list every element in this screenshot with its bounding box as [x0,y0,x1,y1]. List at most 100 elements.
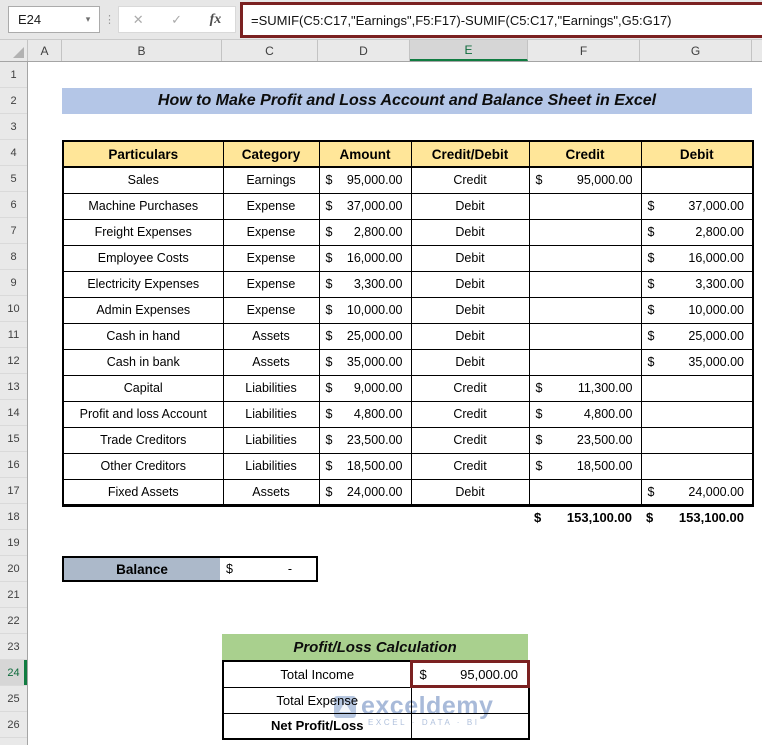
pl-value-total-income[interactable]: $95,000.00 [411,661,529,687]
particulars-cell[interactable]: Employee Costs [63,245,223,271]
credit-cell[interactable]: $23,500.00 [529,427,641,453]
particulars-cell[interactable]: Profit and loss Account [63,401,223,427]
particulars-cell[interactable]: Sales [63,167,223,193]
credit-cell[interactable]: $18,500.00 [529,453,641,479]
particulars-cell[interactable]: Electricity Expenses [63,271,223,297]
table-header-credit[interactable]: Credit [529,141,641,167]
name-box[interactable]: E24 ▾ [8,6,100,33]
credit-cell[interactable] [529,245,641,271]
credit-debit-cell[interactable]: Credit [411,167,529,193]
row-header-8[interactable]: 8 [0,244,27,270]
debit-cell[interactable]: $35,000.00 [641,349,753,375]
category-cell[interactable]: Expense [223,193,319,219]
debit-cell[interactable]: $2,800.00 [641,219,753,245]
column-header-c[interactable]: C [222,40,318,61]
debit-cell[interactable]: $25,000.00 [641,323,753,349]
row-header-15[interactable]: 15 [0,426,27,452]
credit-cell[interactable] [529,349,641,375]
row-header-22[interactable]: 22 [0,608,27,634]
row-header-13[interactable]: 13 [0,374,27,400]
row-header-17[interactable]: 17 [0,478,27,504]
category-cell[interactable]: Liabilities [223,401,319,427]
amount-cell[interactable]: $24,000.00 [319,479,411,505]
table-header-category[interactable]: Category [223,141,319,167]
amount-cell[interactable]: $23,500.00 [319,427,411,453]
table-header-particulars[interactable]: Particulars [63,141,223,167]
credit-debit-cell[interactable]: Credit [411,453,529,479]
sheet-title-cell[interactable]: How to Make Profit and Loss Account and … [62,88,752,114]
credit-cell[interactable] [529,271,641,297]
table-header-debit[interactable]: Debit [641,141,753,167]
row-header-23[interactable]: 23 [0,634,27,660]
row-header-25[interactable]: 25 [0,686,27,712]
row-header-11[interactable]: 11 [0,322,27,348]
cancel-icon[interactable]: ✕ [133,12,144,28]
credit-debit-cell[interactable]: Credit [411,427,529,453]
row-header-1[interactable]: 1 [0,62,27,88]
debit-cell[interactable]: $24,000.00 [641,479,753,505]
credit-cell[interactable]: $4,800.00 [529,401,641,427]
row-header-21[interactable]: 21 [0,582,27,608]
debit-total-cell[interactable]: $ 153,100.00 [640,504,752,530]
amount-cell[interactable]: $25,000.00 [319,323,411,349]
debit-cell[interactable]: $10,000.00 [641,297,753,323]
credit-cell[interactable] [529,219,641,245]
credit-cell[interactable] [529,323,641,349]
credit-debit-cell[interactable]: Credit [411,375,529,401]
particulars-cell[interactable]: Trade Creditors [63,427,223,453]
amount-cell[interactable]: $9,000.00 [319,375,411,401]
name-box-dropdown-icon[interactable]: ▾ [77,14,99,25]
particulars-cell[interactable]: Freight Expenses [63,219,223,245]
pl-label-total-income[interactable]: Total Income [223,661,411,687]
amount-cell[interactable]: $10,000.00 [319,297,411,323]
debit-cell[interactable] [641,375,753,401]
particulars-cell[interactable]: Cash in bank [63,349,223,375]
row-header-26[interactable]: 26 [0,712,27,738]
row-header-10[interactable]: 10 [0,296,27,322]
credit-cell[interactable] [529,193,641,219]
debit-cell[interactable]: $37,000.00 [641,193,753,219]
category-cell[interactable]: Expense [223,297,319,323]
credit-debit-cell[interactable]: Debit [411,271,529,297]
particulars-cell[interactable]: Admin Expenses [63,297,223,323]
pl-label-net-profit-loss[interactable]: Net Profit/Loss [223,713,411,739]
formula-input[interactable]: =SUMIF(C5:C17,"Earnings",F5:F17)-SUMIF(C… [240,2,762,38]
particulars-cell[interactable]: Capital [63,375,223,401]
credit-cell[interactable]: $95,000.00 [529,167,641,193]
name-box-value[interactable]: E24 [9,12,77,27]
debit-cell[interactable]: $3,300.00 [641,271,753,297]
credit-debit-cell[interactable]: Debit [411,219,529,245]
pl-label-total-expense[interactable]: Total Expense [223,687,411,713]
category-cell[interactable]: Expense [223,245,319,271]
category-cell[interactable]: Liabilities [223,375,319,401]
row-header-9[interactable]: 9 [0,270,27,296]
row-header-12[interactable]: 12 [0,348,27,374]
amount-cell[interactable]: $3,300.00 [319,271,411,297]
pl-value-total-expense[interactable] [411,687,529,713]
row-header-18[interactable]: 18 [0,504,27,530]
row-header-19[interactable]: 19 [0,530,27,556]
category-cell[interactable]: Earnings [223,167,319,193]
particulars-cell[interactable]: Cash in hand [63,323,223,349]
amount-cell[interactable]: $35,000.00 [319,349,411,375]
select-all-button[interactable] [0,40,28,61]
row-header-4[interactable]: 4 [0,140,27,166]
amount-cell[interactable]: $2,800.00 [319,219,411,245]
row-header-16[interactable]: 16 [0,452,27,478]
row-header-2[interactable]: 2 [0,88,27,114]
category-cell[interactable]: Liabilities [223,453,319,479]
debit-cell[interactable] [641,453,753,479]
credit-cell[interactable] [529,479,641,505]
amount-cell[interactable]: $4,800.00 [319,401,411,427]
credit-debit-cell[interactable]: Debit [411,297,529,323]
table-header-amount[interactable]: Amount [319,141,411,167]
table-header-credit-debit[interactable]: Credit/Debit [411,141,529,167]
enter-icon[interactable]: ✓ [171,12,182,28]
credit-cell[interactable]: $11,300.00 [529,375,641,401]
category-cell[interactable]: Assets [223,323,319,349]
credit-debit-cell[interactable]: Debit [411,245,529,271]
amount-cell[interactable]: $16,000.00 [319,245,411,271]
row-header-14[interactable]: 14 [0,400,27,426]
row-header-3[interactable]: 3 [0,114,27,140]
row-header-6[interactable]: 6 [0,192,27,218]
